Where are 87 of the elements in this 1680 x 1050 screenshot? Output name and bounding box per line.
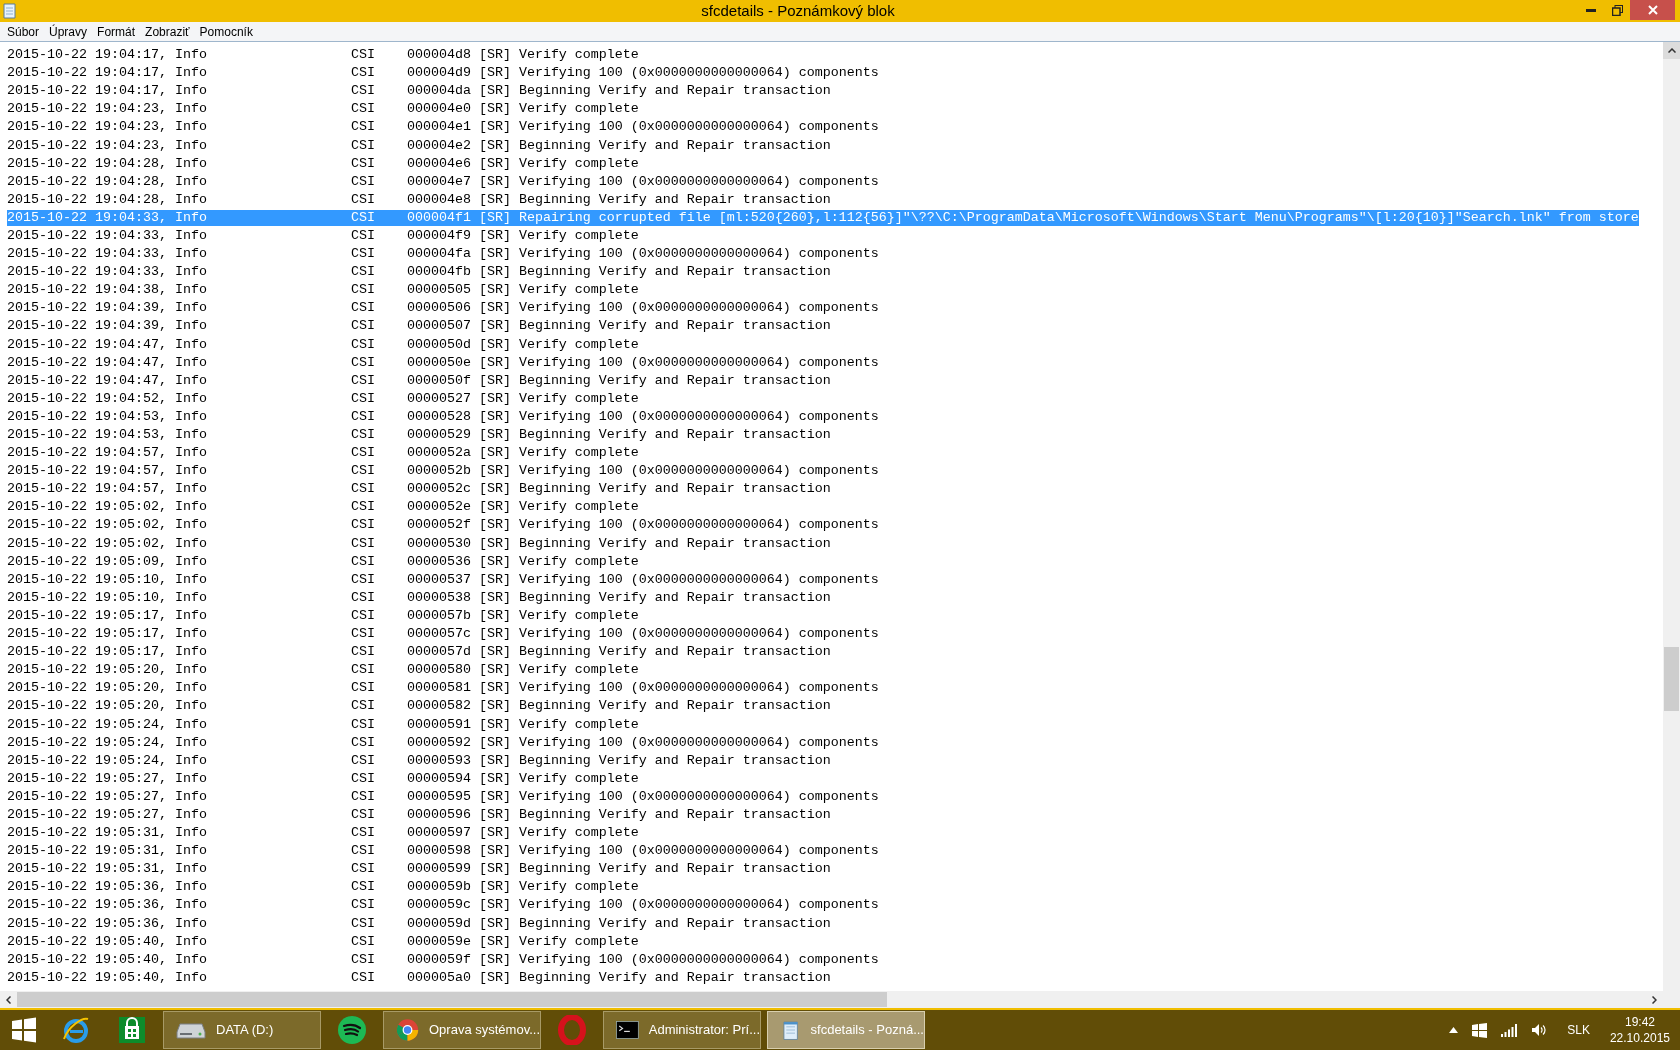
log-line: 2015-10-22 19:04:23, Info CSI 000004e2 [SR] Beginning Verify and Repair transaction [7, 137, 831, 154]
hard-drive-icon [176, 1020, 206, 1040]
speaker-icon[interactable] [1531, 1023, 1548, 1037]
menu-item[interactable]: Zobraziť [140, 22, 195, 41]
chevron-right-icon [1652, 995, 1657, 1004]
language-indicator[interactable]: SLK [1561, 1021, 1596, 1039]
menu-item[interactable]: Formát [92, 22, 141, 41]
log-line: 2015-10-22 19:05:36, Info CSI 0000059c [SR] Verifying 100 (0x0000000000000064) components [7, 897, 879, 914]
log-line: 2015-10-22 19:05:10, Info CSI 00000537 [SR] Verifying 100 (0x0000000000000064) components [7, 571, 879, 588]
log-line: 2015-10-22 19:04:57, Info CSI 0000052a [SR] Verify complete [7, 445, 639, 462]
log-line: 2015-10-22 19:05:31, Info CSI 00000597 [SR] Verify complete [7, 825, 639, 842]
horizontal-scrollbar[interactable] [0, 991, 1663, 1008]
menu-item[interactable]: Súbor [2, 22, 45, 41]
restore-icon [1611, 4, 1623, 16]
chevron-left-icon [6, 995, 11, 1004]
log-line: 2015-10-22 19:05:02, Info CSI 0000052f [SR] Verifying 100 (0x0000000000000064) components [7, 517, 879, 534]
log-line: 2015-10-22 19:04:52, Info CSI 00000527 [SR] Verify complete [7, 390, 639, 407]
windows-flag-icon[interactable] [1472, 1022, 1488, 1038]
log-line: 2015-10-22 19:04:33, Info CSI 000004fa [SR] Verifying 100 (0x0000000000000064) components [7, 246, 879, 263]
log-line: 2015-10-22 19:04:38, Info CSI 00000505 [SR] Verify complete [7, 282, 639, 299]
log-line: 2015-10-22 19:05:17, Info CSI 0000057d [SR] Beginning Verify and Repair transaction [7, 644, 831, 661]
letter-o-icon [558, 1015, 586, 1045]
signal-icon[interactable] [1501, 1023, 1518, 1037]
log-line: 2015-10-22 19:04:17, Info CSI 000004d9 [SR] Verifying 100 (0x0000000000000064) components [7, 65, 879, 82]
scrollbar-thumb[interactable] [1664, 647, 1679, 711]
log-line: 2015-10-22 19:04:57, Info CSI 0000052c [SR] Beginning Verify and Repair transaction [7, 481, 831, 498]
chevron-up-icon [1667, 48, 1676, 53]
log-line: 2015-10-22 19:05:40, Info CSI 0000059f [SR] Verifying 100 (0x0000000000000064) components [7, 951, 879, 968]
log-line: 2015-10-22 19:05:24, Info CSI 00000591 [SR] Verify complete [7, 716, 639, 733]
log-line: 2015-10-22 19:05:27, Info CSI 00000596 [SR] Beginning Verify and Repair transaction [7, 807, 831, 823]
browser-icon [396, 1016, 419, 1044]
log-line: 2015-10-22 19:05:17, Info CSI 0000057b [SR] Verify complete [7, 607, 639, 624]
log-line: 2015-10-22 19:04:28, Info CSI 000004e7 [SR] Verifying 100 (0x0000000000000064) components [7, 173, 879, 190]
notepad-icon [2, 3, 18, 19]
log-line: 2015-10-22 19:04:23, Info CSI 000004e0 [SR] Verify complete [7, 101, 639, 118]
log-line: 2015-10-22 19:04:33, Info CSI 000004f9 [SR] Verify complete [7, 228, 639, 244]
close-button[interactable] [1630, 0, 1675, 20]
log-line: 2015-10-22 19:05:20, Info CSI 00000580 [SR] Verify complete [7, 662, 639, 679]
music-app-icon [337, 1015, 367, 1045]
log-line: 2015-10-22 19:05:36, Info CSI 0000059b [SR] Verify complete [7, 879, 639, 896]
log-line: 2015-10-22 19:05:40, Info CSI 0000059e [SR] Verify complete [7, 933, 639, 950]
caret-up-icon[interactable] [1449, 1027, 1459, 1033]
log-line: 2015-10-22 19:04:39, Info CSI 00000507 [SR] Beginning Verify and Repair transaction [7, 318, 831, 335]
log-line: 2015-10-22 19:04:28, Info CSI 000004e6 [SR] Verify complete [7, 155, 639, 172]
taskbar-button[interactable]: DATA (D:) [163, 1011, 321, 1049]
scrollbar-thumb[interactable] [17, 992, 887, 1007]
log-line: 2015-10-22 19:04:53, Info CSI 00000529 [SR] Beginning Verify and Repair transaction [7, 427, 831, 443]
log-line: 2015-10-22 19:04:23, Info CSI 000004e1 [SR] Verifying 100 (0x0000000000000064) components [7, 119, 879, 136]
log-line: 2015-10-22 19:05:17, Info CSI 0000057c [SR] Verifying 100 (0x0000000000000064) components [7, 626, 879, 643]
log-line: 2015-10-22 19:04:28, Info CSI 000004e8 [SR] Beginning Verify and Repair transaction [7, 191, 831, 208]
window-title: sfcdetails - Poznámkový blok [701, 0, 895, 21]
log-line: 2015-10-22 19:05:31, Info CSI 00000599 [SR] Beginning Verify and Repair transaction [7, 861, 831, 878]
log-line: 2015-10-22 19:04:17, Info CSI 000004d8 [SR] Verify complete [7, 47, 639, 64]
command-prompt-icon [616, 1019, 639, 1041]
shopping-bag-icon [118, 1016, 146, 1044]
browser-e-icon [61, 1015, 91, 1045]
log-line: 2015-10-22 19:04:53, Info CSI 00000528 [SR] Verifying 100 (0x0000000000000064) components [7, 408, 879, 425]
log-line: 2015-10-22 19:04:39, Info CSI 00000506 [SR] Verifying 100 (0x0000000000000064) components [7, 300, 879, 317]
windows-logo-icon [11, 1017, 37, 1043]
log-line: 2015-10-22 19:05:20, Info CSI 00000581 [SR] Verifying 100 (0x0000000000000064) components [7, 680, 879, 697]
clock[interactable]: 19:42 22.10.2015 [1609, 1014, 1670, 1046]
log-line: 2015-10-22 19:04:17, Info CSI 000004da [SR] Beginning Verify and Repair transaction [7, 83, 831, 100]
log-line: 2015-10-22 19:05:02, Info CSI 00000530 [SR] Beginning Verify and Repair transaction [7, 535, 831, 552]
close-icon [1647, 5, 1658, 15]
log-line: 2015-10-22 19:05:10, Info CSI 00000538 [SR] Beginning Verify and Repair transaction [7, 589, 831, 606]
log-line: 2015-10-22 19:05:24, Info CSI 00000593 [SR] Beginning Verify and Repair transaction [7, 752, 831, 769]
vertical-scrollbar[interactable] [1663, 42, 1680, 991]
log-line: 2015-10-22 19:04:33, Info CSI 000004fb [SR] Beginning Verify and Repair transaction [7, 264, 831, 281]
log-line: 2015-10-22 19:04:47, Info CSI 0000050d [SR] Verify complete [7, 336, 639, 353]
log-line: 2015-10-22 19:05:24, Info CSI 00000592 [SR] Verifying 100 (0x0000000000000064) components [7, 734, 879, 751]
log-line: 2015-10-22 19:05:09, Info CSI 00000536 [SR] Verify complete [7, 553, 639, 570]
taskbar-button[interactable]: Oprava systémov... [383, 1011, 541, 1049]
log-line: 2015-10-22 19:05:27, Info CSI 00000594 [SR] Verify complete [7, 770, 639, 787]
minimize-icon [1586, 8, 1596, 12]
taskbar-button[interactable]: Administrator: Prí... [603, 1011, 761, 1049]
scroll-up-button[interactable] [1663, 42, 1680, 59]
log-line: 2015-10-22 19:04:57, Info CSI 0000052b [SR] Verifying 100 (0x0000000000000064) components [7, 463, 879, 480]
log-line: 2015-10-22 19:04:47, Info CSI 0000050e [SR] Verifying 100 (0x0000000000000064) components [7, 354, 879, 371]
log-line: 2015-10-22 19:05:02, Info CSI 0000052e [SR] Verify complete [7, 499, 639, 516]
menu-item[interactable]: Pomocník [194, 22, 258, 41]
log-line: 2015-10-22 19:05:20, Info CSI 00000582 [SR] Beginning Verify and Repair transaction [7, 698, 831, 715]
log-line: 2015-10-22 19:05:31, Info CSI 00000598 [SR] Verifying 100 (0x0000000000000064) components [7, 843, 879, 860]
log-line: 2015-10-22 19:04:47, Info CSI 0000050f [SR] Beginning Verify and Repair transaction [7, 372, 831, 389]
log-line: 2015-10-22 19:05:40, Info CSI 000005a0 [SR] Beginning Verify and Repair transaction [7, 969, 831, 986]
menu-item[interactable]: Úpravy [44, 22, 93, 41]
log-line: 2015-10-22 19:05:36, Info CSI 0000059d [SR] Beginning Verify and Repair transaction [7, 915, 831, 932]
log-line: 2015-10-22 19:05:27, Info CSI 00000595 [SR] Verifying 100 (0x0000000000000064) components [7, 788, 879, 805]
